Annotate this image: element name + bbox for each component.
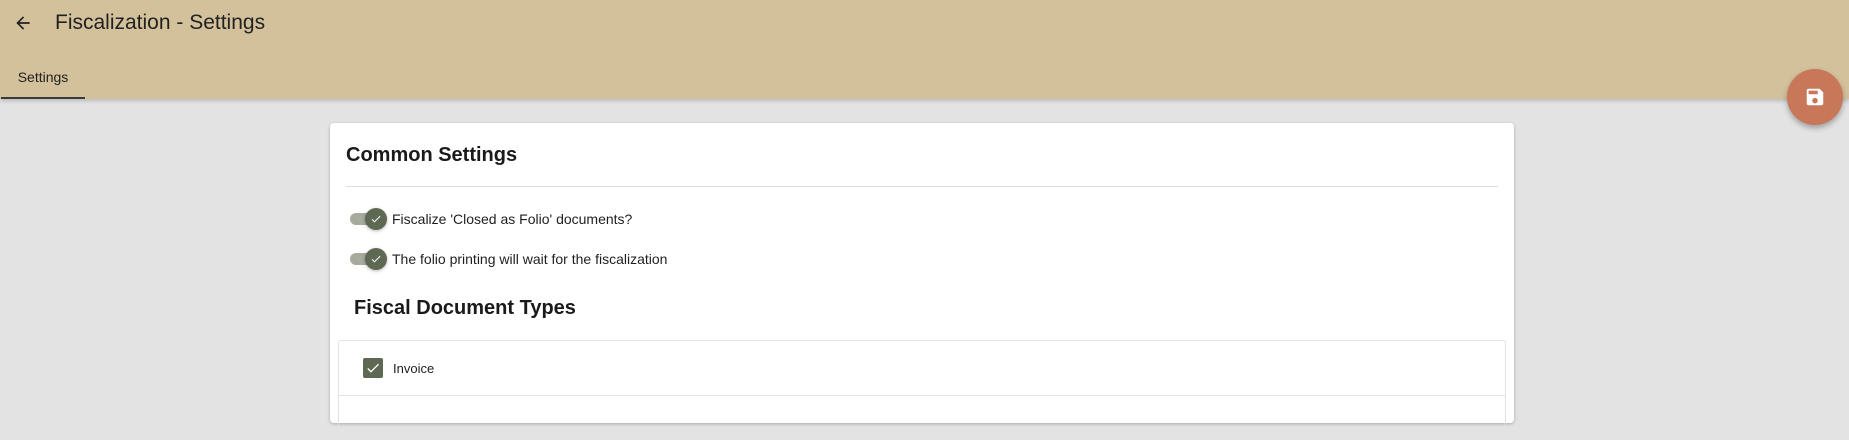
toggle-folio-printing-wait[interactable]: The folio printing will wait for the fis… [350,246,667,272]
toggle-thumb [365,248,387,270]
settings-card: Common Settings Fiscalize 'Closed as Fol… [330,123,1514,440]
fiscal-document-types-title: Fiscal Document Types [354,297,576,319]
top-app-bar: Fiscalization - Settings Settings [0,0,1849,99]
toggle-thumb [365,208,387,230]
invoice-checkbox[interactable] [363,358,383,378]
page-title: Fiscalization - Settings [55,11,266,34]
check-icon [371,215,381,223]
common-settings-title: Common Settings [346,144,518,166]
check-icon [371,255,381,263]
tab-settings[interactable]: Settings [1,56,85,99]
check-icon [367,363,379,373]
document-type-label: Invoice [393,360,435,376]
toggle-switch[interactable] [350,208,387,230]
save-button[interactable] [1787,69,1843,125]
save-icon [1806,88,1824,106]
divider [346,186,1498,187]
document-type-list: Invoice [338,340,1506,440]
arrow-left-icon [16,16,30,30]
toggle-label: The folio printing will wait for the fis… [392,251,668,267]
toggle-fiscalize-closed-as-folio[interactable]: Fiscalize 'Closed as Folio' documents? [350,206,632,232]
toggle-label: Fiscalize 'Closed as Folio' documents? [392,211,633,227]
list-item: Invoice [339,341,1505,396]
back-button[interactable] [8,8,38,38]
toggle-switch[interactable] [350,248,387,270]
